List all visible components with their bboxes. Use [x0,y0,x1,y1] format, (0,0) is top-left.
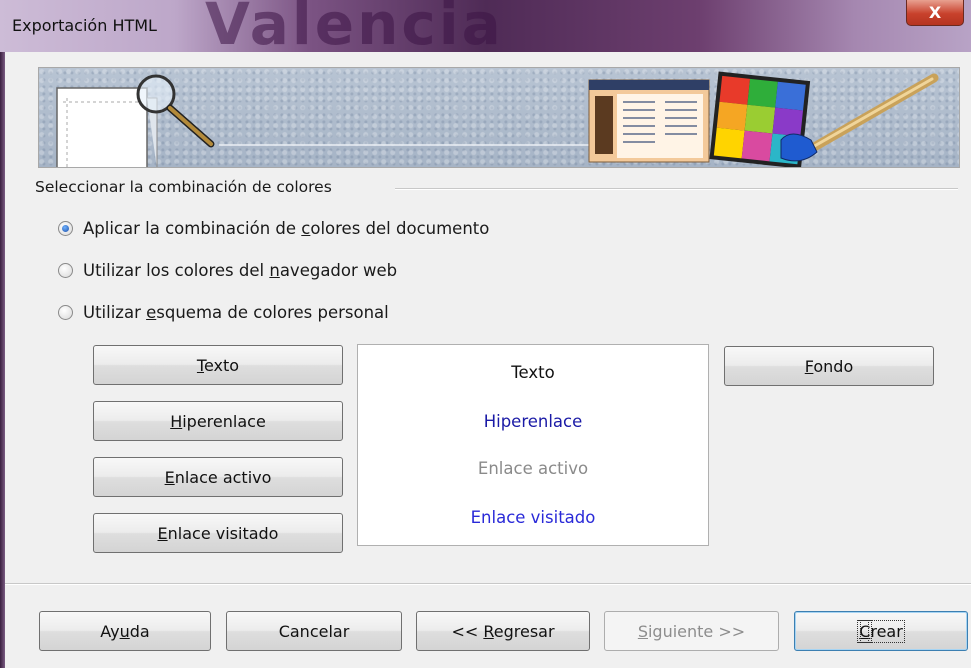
color-scheme-group-label: Seleccionar la combinación de colores [35,178,338,196]
background-color-button[interactable]: Fondo [724,346,934,386]
group-divider [395,188,958,190]
radio-custom-scheme-label: Utilizar esquema de colores personal [83,302,389,322]
help-button[interactable]: Ayuda [39,611,211,651]
hyperlink-color-button[interactable]: Hiperenlace [93,401,343,441]
wizard-banner [38,67,960,168]
active-link-color-button[interactable]: Enlace activo [93,457,343,497]
radio-browser-colors[interactable]: Utilizar los colores del navegador web [58,258,397,282]
preview-visited-link: Enlace visitado [470,508,596,527]
radio-browser-colors-label: Utilizar los colores del navegador web [83,260,398,280]
radio-document-colors[interactable]: Aplicar la combinación de colores del do… [58,216,489,240]
close-icon: X [928,3,942,22]
window-title: Exportación HTML [12,16,157,35]
title-bar[interactable]: Valencia Exportación HTML X [0,0,971,58]
footer-separator [5,583,971,585]
dialog-body: Seleccionar la combinación de colores Ap… [5,52,971,668]
cancel-button[interactable]: Cancelar [226,611,402,651]
visited-link-color-button[interactable]: Enlace visitado [93,513,343,553]
next-button[interactable]: Siguiente >> [604,611,779,651]
preview-hyperlink: Hiperenlace [483,412,583,431]
radio-unselected-icon[interactable] [58,304,73,320]
radio-document-colors-label: Aplicar la combinación de colores del do… [83,218,490,238]
web-page-icon [588,79,710,163]
radio-custom-scheme[interactable]: Utilizar esquema de colores personal [58,300,389,324]
text-color-button[interactable]: Texto [93,345,343,385]
preview-text: Texto [511,363,555,382]
magnifier-icon [136,74,215,148]
radio-unselected-icon[interactable] [58,262,73,278]
back-button[interactable]: << Regresar [416,611,590,651]
color-preview-panel: Texto Hiperenlace Enlace activo Enlace v… [357,344,709,546]
close-button[interactable]: X [906,0,964,26]
radio-selected-icon[interactable] [58,220,73,236]
create-button[interactable]: Crear [794,611,968,651]
preview-active-link: Enlace activo [477,459,589,478]
desktop-wallpaper-text: Valencia [205,0,504,58]
